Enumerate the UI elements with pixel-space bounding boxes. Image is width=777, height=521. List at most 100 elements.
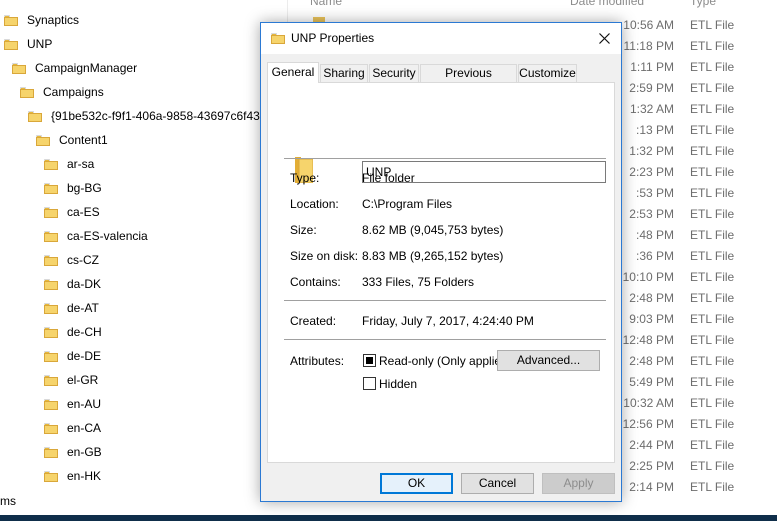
tree-item-ca-es-valencia[interactable]: ca-ES-valencia (44, 226, 148, 246)
tree-item-label: Campaigns (43, 85, 104, 99)
tree-item-label: bg-BG (67, 181, 102, 195)
tree-item-en-hk[interactable]: en-HK (44, 466, 101, 486)
folder-icon (44, 374, 58, 386)
tree-item-campaignmanager[interactable]: CampaignManager (12, 58, 137, 78)
tree-item-de-at[interactable]: de-AT (44, 298, 99, 318)
column-header-name[interactable]: Name (310, 0, 342, 8)
row-type: ETL File (690, 60, 735, 74)
separator (284, 158, 606, 159)
row-type: ETL File (690, 480, 735, 494)
folder-icon (44, 470, 58, 482)
readonly-checkbox[interactable] (363, 354, 376, 367)
taskbar (0, 515, 777, 521)
tree-item-label: CampaignManager (35, 61, 138, 75)
tree-item-de-ch[interactable]: de-CH (44, 322, 102, 342)
tree-item-guid[interactable]: {91be532c-f9f1-406a-9858-43697c6f437a} (28, 106, 277, 126)
tree-item-da-dk[interactable]: da-DK (44, 274, 101, 294)
tree-item-en-au[interactable]: en-AU (44, 394, 101, 414)
size-on-disk-value: 8.83 MB (9,265,152 bytes) (362, 249, 504, 263)
row-type: ETL File (690, 459, 735, 473)
size-label: Size: (290, 223, 317, 237)
folder-icon (44, 158, 58, 170)
row-type: ETL File (690, 165, 735, 179)
tree-item-label: el-GR (67, 373, 99, 387)
tree-item-label: ca-ES-valencia (67, 229, 148, 243)
folder-icon (28, 110, 42, 122)
apply-button[interactable]: Apply (542, 473, 615, 494)
type-label: Type: (290, 171, 320, 185)
separator (284, 300, 606, 301)
tree-item-de-de[interactable]: de-DE (44, 346, 101, 366)
contains-label: Contains: (290, 275, 341, 289)
general-tab-panel: Type: File folder Location: C:\Program F… (267, 82, 615, 463)
tree-item-label: ca-ES (67, 205, 100, 219)
tree-item-label: de-CH (67, 325, 102, 339)
ok-button[interactable]: OK (380, 473, 453, 494)
cancel-button[interactable]: Cancel (461, 473, 534, 494)
separator (284, 339, 606, 340)
row-type: ETL File (690, 207, 735, 221)
tab-general[interactable]: General (267, 62, 319, 83)
tree-item-label: en-CA (67, 421, 102, 435)
tree-item-campaigns[interactable]: Campaigns (20, 82, 104, 102)
folder-icon (44, 206, 58, 218)
row-type: ETL File (690, 438, 735, 452)
tree-item-label: {91be532c-f9f1-406a-9858-43697c6f437a} (51, 109, 278, 123)
tree-item-label: da-DK (67, 277, 102, 291)
tree-item-label: de-AT (67, 301, 99, 315)
tree-item-label: ar-sa (67, 157, 95, 171)
tab-customize[interactable]: Customize (518, 64, 577, 82)
tree-item-cs-cz[interactable]: cs-CZ (44, 250, 99, 270)
folder-icon (44, 446, 58, 458)
folder-icon (44, 422, 58, 434)
folder-icon (36, 134, 50, 146)
folder-icon (4, 38, 18, 50)
folder-icon (44, 350, 58, 362)
row-type: ETL File (690, 144, 735, 158)
row-type: ETL File (690, 312, 735, 326)
column-header-type[interactable]: Type (690, 0, 716, 8)
tree-item-ca-es[interactable]: ca-ES (44, 202, 100, 222)
tree-item-synaptics[interactable]: Synaptics (4, 10, 79, 30)
folder-icon (4, 14, 18, 26)
folder-icon (44, 182, 58, 194)
row-type: ETL File (690, 123, 735, 137)
tree-item-el-gr[interactable]: el-GR (44, 370, 98, 390)
attributes-label: Attributes: (290, 354, 345, 368)
folder-tree: Synaptics UNP CampaignManager Campaigns … (0, 0, 290, 500)
properties-dialog: UNP Properties General Sharing Security … (260, 22, 622, 502)
folder-icon (44, 278, 58, 290)
dialog-titlebar[interactable]: UNP Properties (261, 23, 621, 54)
tree-item-unp[interactable]: UNP (4, 34, 52, 54)
tree-item-label: en-GB (67, 445, 102, 459)
row-type: ETL File (690, 186, 735, 200)
tree-item-label: Synaptics (27, 13, 80, 27)
folder-icon (20, 86, 34, 98)
row-type: ETL File (690, 39, 735, 53)
advanced-button[interactable]: Advanced... (497, 350, 600, 371)
hidden-checkbox[interactable] (363, 377, 376, 390)
folder-icon (12, 62, 26, 74)
location-label: Location: (290, 197, 339, 211)
tab-security[interactable]: Security (369, 64, 419, 82)
tab-sharing[interactable]: Sharing (320, 64, 368, 82)
row-type: ETL File (690, 333, 735, 347)
created-value: Friday, July 7, 2017, 4:24:40 PM (362, 314, 534, 328)
tree-item-ar-sa[interactable]: ar-sa (44, 154, 94, 174)
row-type: ETL File (690, 102, 735, 116)
folder-icon (44, 254, 58, 266)
column-header-date[interactable]: Date modified (570, 0, 644, 8)
row-type: ETL File (690, 396, 735, 410)
tab-previous-versions[interactable]: Previous Versions (420, 64, 517, 96)
tree-item-en-ca[interactable]: en-CA (44, 418, 101, 438)
tree-item-bg-bg[interactable]: bg-BG (44, 178, 102, 198)
close-button[interactable] (587, 23, 621, 54)
folder-icon (271, 33, 285, 44)
contains-value: 333 Files, 75 Folders (362, 275, 475, 289)
size-on-disk-label: Size on disk: (290, 249, 359, 263)
tree-item-label: en-AU (67, 397, 102, 411)
hidden-label[interactable]: Hidden (379, 377, 417, 391)
tree-item-en-gb[interactable]: en-GB (44, 442, 102, 462)
tree-item-content1[interactable]: Content1 (36, 130, 108, 150)
row-type: ETL File (690, 375, 735, 389)
